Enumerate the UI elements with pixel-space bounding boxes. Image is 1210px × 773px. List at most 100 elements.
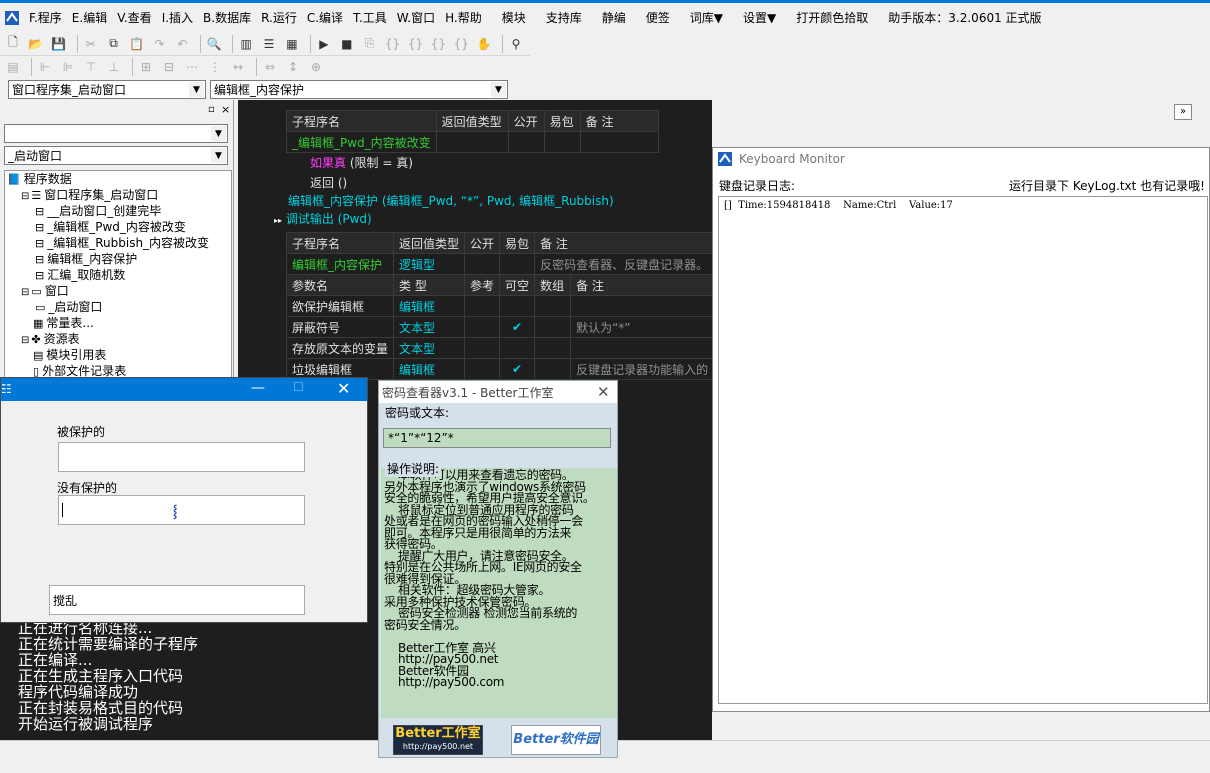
run-to-cursor-icon[interactable]: {}: [452, 35, 470, 53]
close-icon[interactable]: ✕: [597, 383, 610, 401]
hand-icon[interactable]: ✋: [475, 35, 493, 53]
menu-database[interactable]: B.数据库: [198, 6, 256, 30]
menu-settings[interactable]: 设置▼: [738, 6, 781, 30]
menu-insert[interactable]: I.插入: [157, 6, 198, 30]
tree-item[interactable]: ▤ 模块引用表: [5, 347, 231, 363]
kb-monitor-titlebar[interactable]: Keyboard Monitor: [713, 148, 1209, 170]
redo-icon[interactable]: ↷: [150, 35, 168, 53]
tree-expand-icon[interactable]: ⊟: [21, 191, 29, 202]
paste-icon[interactable]: 📋: [128, 35, 146, 53]
minimize-icon[interactable]: —: [251, 380, 265, 396]
align-bottom-icon[interactable]: ⊥: [105, 58, 123, 76]
grid-icon[interactable]: ▤: [4, 58, 22, 76]
pwd-viewer-titlebar[interactable]: 密码查看器v3.1 - Better工作室 ✕: [379, 381, 617, 403]
align-top-icon[interactable]: ⊤: [82, 58, 100, 76]
menu-thesaurus[interactable]: 词库▼: [685, 6, 728, 30]
panel-pin-icon[interactable]: ▫: [208, 104, 215, 115]
chevron-down-icon[interactable]: ▼: [189, 82, 204, 97]
space-h-icon[interactable]: ⋯: [183, 58, 201, 76]
undo-icon[interactable]: ↶: [173, 35, 191, 53]
better-soft-park-logo[interactable]: Better软件园: [511, 725, 601, 755]
stop-icon[interactable]: ■: [338, 35, 356, 53]
binoculars-icon[interactable]: ⚲: [507, 35, 525, 53]
left-top-select[interactable]: ▼: [4, 124, 228, 143]
tree-item[interactable]: 📘 程序数据: [5, 171, 231, 187]
close-icon[interactable]: ✕: [337, 379, 350, 398]
subprogram-select[interactable]: 编辑框_内容保护 ▼: [210, 80, 508, 99]
open-folder-icon[interactable]: 📂: [27, 35, 45, 53]
code-line-call[interactable]: 编辑框_内容保护 (编辑框_Pwd, “*”, Pwd, 编辑框_Rubbish…: [288, 192, 614, 209]
tree-item[interactable]: ⊟ _编辑框_Rubbish_内容被改变: [5, 235, 231, 251]
menu-notes[interactable]: 便签: [641, 6, 675, 30]
tree-expand-icon[interactable]: ⊟: [21, 335, 29, 346]
center-h-icon[interactable]: ⊞: [137, 58, 155, 76]
tree-expand-icon[interactable]: ⊟: [21, 287, 29, 298]
same-height-icon[interactable]: ↕: [284, 58, 302, 76]
menu-run[interactable]: R.运行: [256, 6, 302, 30]
align-left-icon[interactable]: ⊩: [36, 58, 54, 76]
subprogram-name[interactable]: 编辑框_内容保护: [285, 253, 395, 275]
align-right-icon[interactable]: ⊫: [59, 58, 77, 76]
key-log-textarea[interactable]: [] Time:1594818418 Name:Ctrl Value:17: [718, 196, 1208, 704]
save-icon[interactable]: 💾: [50, 35, 68, 53]
expand-panel-icon[interactable]: »: [1174, 104, 1192, 120]
code-line-debug[interactable]: ▸▸ 调试输出 (Pwd): [274, 210, 372, 227]
protected-input[interactable]: [58, 442, 305, 472]
step-into-icon[interactable]: {}: [384, 35, 402, 53]
scramble-input[interactable]: 搅乱: [49, 585, 305, 615]
tree-item[interactable]: ⊟ 汇编_取随机数: [5, 267, 231, 283]
chevron-down-icon[interactable]: ▼: [211, 148, 226, 163]
menu-module[interactable]: 模块: [497, 6, 531, 30]
window-set-select[interactable]: 窗口程序集_启动窗口 ▼: [8, 80, 206, 99]
run-icon[interactable]: ▶: [315, 35, 333, 53]
new-file-icon[interactable]: 🗋: [4, 35, 22, 53]
tree-item[interactable]: ▦ 常量表...: [5, 315, 231, 331]
subprogram-name[interactable]: _编辑框_Pwd_内容被改变: [286, 131, 437, 153]
code-line-if[interactable]: 如果真 (限制 = 真): [310, 154, 413, 171]
menu-view[interactable]: V.查看: [112, 6, 156, 30]
chevron-down-icon[interactable]: ▼: [491, 82, 506, 97]
code-line-return[interactable]: 返回 (): [310, 174, 347, 191]
layout-panel-icon[interactable]: ▥: [237, 35, 255, 53]
better-studio-logo[interactable]: Better工作室 http://pay500.net: [393, 725, 483, 755]
tree-item[interactable]: ⊟ 编辑框_内容保护: [5, 251, 231, 267]
space-v-icon[interactable]: ⋮: [206, 58, 224, 76]
param-row[interactable]: 存放原文本的变量 文本型: [285, 337, 712, 359]
same-size-icon[interactable]: ⇔: [261, 58, 279, 76]
find-icon[interactable]: 🔍: [205, 35, 223, 53]
tree-item[interactable]: ⊟ ▭ 窗口: [5, 283, 231, 299]
menu-static-compile[interactable]: 静编: [597, 6, 631, 30]
step-icon[interactable]: ⎘: [361, 35, 379, 53]
menu-window[interactable]: W.窗口: [392, 6, 440, 30]
menu-compile[interactable]: C.编译: [302, 6, 348, 30]
password-text-field[interactable]: *“1”*“12”*: [383, 428, 611, 448]
param-row[interactable]: 欲保护编辑框 编辑框: [285, 295, 712, 317]
step-out-icon[interactable]: {}: [429, 35, 447, 53]
menu-help[interactable]: H.帮助: [440, 6, 487, 30]
center-form-icon[interactable]: ⊕: [307, 58, 325, 76]
tree-item[interactable]: ⊟ __启动窗口_创建完毕: [5, 203, 231, 219]
program-tree[interactable]: 📘 程序数据 ⊟ ☰ 窗口程序集_启动窗口 ⊟ __启动窗口_创建完毕 ⊟ _编辑框_Pwd_内…: [4, 170, 232, 380]
menu-edit[interactable]: E.编辑: [67, 6, 112, 30]
tree-item[interactable]: ⊟ ☰ 窗口程序集_启动窗口: [5, 187, 231, 203]
tree-item[interactable]: ▭ _启动窗口: [5, 299, 231, 315]
left-window-select[interactable]: _启动窗口 ▼: [4, 146, 228, 165]
protect-window-titlebar[interactable]: ☷ — ☐ ✕: [1, 378, 367, 401]
menu-program[interactable]: F.程序: [24, 6, 67, 30]
cut-icon[interactable]: ✂: [82, 35, 100, 53]
maximize-icon[interactable]: ☐: [293, 380, 304, 394]
layout-grid-icon[interactable]: ▦: [283, 35, 301, 53]
copy-icon[interactable]: ⧉: [105, 35, 123, 53]
menu-color-picker[interactable]: 打开颜色拾取: [791, 6, 873, 30]
param-row[interactable]: 屏蔽符号 文本型 ✔ 默认为“*”: [285, 316, 712, 338]
layout-rows-icon[interactable]: ☰: [260, 35, 278, 53]
center-v-icon[interactable]: ⊟: [160, 58, 178, 76]
unprotected-input[interactable]: ⸾: [58, 495, 305, 525]
menu-support-lib[interactable]: 支持库: [541, 6, 587, 30]
panel-close-icon[interactable]: ×: [221, 103, 230, 116]
chevron-down-icon[interactable]: ▼: [211, 126, 226, 141]
tree-item[interactable]: ⊟ ✤ 资源表: [5, 331, 231, 347]
step-over-icon[interactable]: {}: [407, 35, 425, 53]
tree-item[interactable]: ⊟ _编辑框_Pwd_内容被改变: [5, 219, 231, 235]
same-width-icon[interactable]: ↔: [229, 58, 247, 76]
